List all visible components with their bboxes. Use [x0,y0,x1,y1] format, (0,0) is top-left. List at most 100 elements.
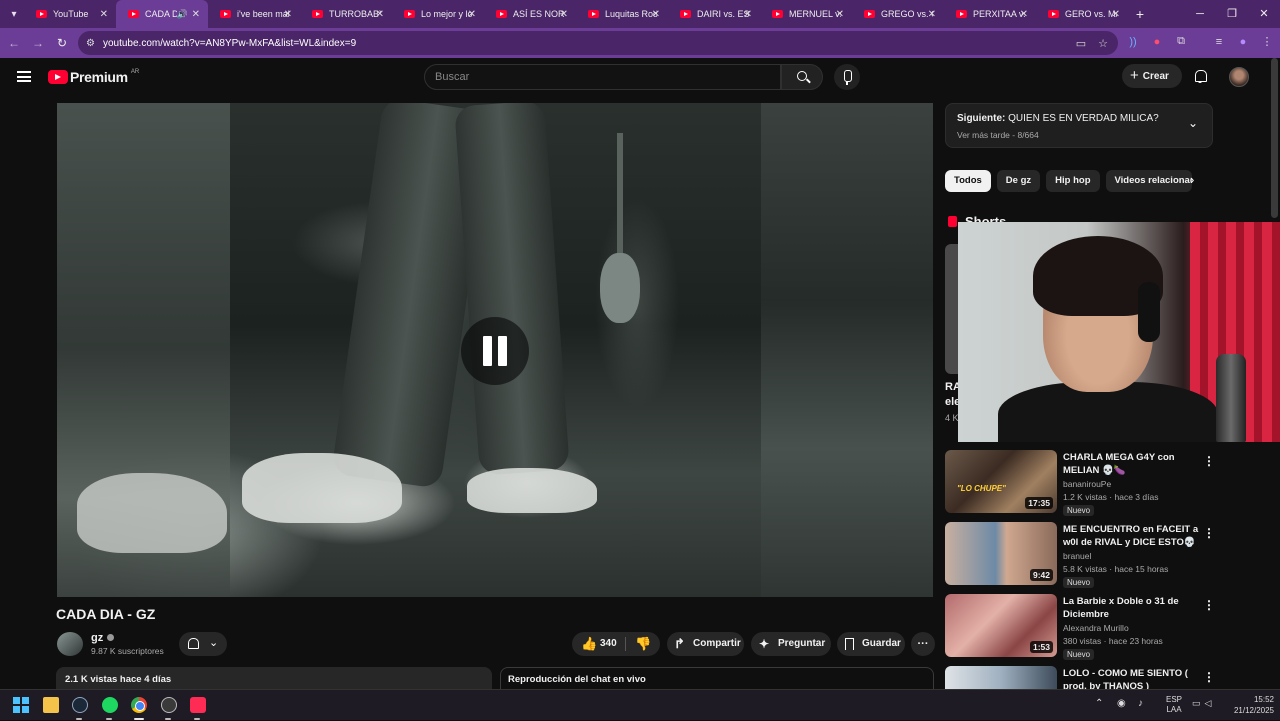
create-button[interactable]: + Crear [1122,64,1182,88]
file-explorer-icon[interactable] [43,697,59,713]
tiktok-icon[interactable] [190,697,206,713]
close-tab-icon[interactable]: ✕ [192,9,200,20]
dislike-thumb-icon[interactable]: 👎 [635,632,651,656]
recommendation-thumbnail[interactable]: "LO CHUPE" 17:35 [945,450,1057,513]
recommendation-title[interactable]: CHARLA MEGA G4Y con MELIAN 💀🍆 [1063,451,1213,477]
reload-icon[interactable]: ↻ [50,36,74,50]
input-language[interactable]: ESP [1162,695,1186,704]
close-tab-icon[interactable]: ✕ [376,9,384,20]
close-tab-icon[interactable]: ✕ [928,9,936,20]
extensions-puzzle-icon[interactable]: ⧉ [1174,35,1188,48]
search-button[interactable] [781,64,823,90]
tab-turrobaby[interactable]: TURROBABY ✕ [300,0,392,28]
cast-icon[interactable]: ▭ [1076,37,1086,50]
close-tab-icon[interactable]: ✕ [468,9,476,20]
profile-icon[interactable]: ● [1236,36,1250,48]
new-tab-button[interactable]: + [1128,6,1152,22]
save-button[interactable]: Guardar [837,632,905,656]
chip-todos[interactable]: Todos [945,170,991,192]
tab-lo-mejor[interactable]: Lo mejor y lo peor✕ [392,0,484,28]
address-bar[interactable]: ⚙ youtube.com/watch?v=AN8YPw-MxFA&list=W… [78,31,1118,55]
tab-mernuel[interactable]: MERNUEL vs. ✕ [760,0,852,28]
input-layout[interactable]: LAA [1162,705,1186,714]
search-input[interactable]: Buscar [424,64,781,90]
discord-tray-icon[interactable]: ◉ [1117,698,1126,709]
close-tab-icon[interactable]: ✕ [100,9,108,20]
recommendation-title[interactable]: LOLO - COMO ME SIENTO ( prod. by THANOS … [1063,667,1213,689]
more-options-icon[interactable]: ⋮ [1203,598,1215,612]
tab-perxitaa[interactable]: PERXITAA vs. ✕ [944,0,1036,28]
chip-de-gz[interactable]: De gz [996,170,1041,192]
youtube-premium-logo[interactable]: Premium AR [48,69,139,85]
media-control-icon[interactable]: ≡ [1212,36,1226,48]
voice-search-mic-icon[interactable] [834,64,860,90]
audio-playing-icon[interactable]: 🔊 [177,9,188,20]
ask-button[interactable]: ✦ Preguntar [751,632,831,656]
tab-asi-es[interactable]: ASÍ ES NORMAL✕ [484,0,576,28]
hamburger-menu-icon[interactable] [17,71,31,82]
chip-hip-hop[interactable]: Hip hop [1046,170,1100,192]
recommendation-thumbnail[interactable] [945,666,1057,689]
video-player[interactable] [57,103,933,597]
description-box[interactable]: 2.1 K vistas hace 4 días [56,667,492,691]
tab-search-icon[interactable]: ▾ [4,4,24,24]
recommendation-item[interactable]: LOLO - COMO ME SIENTO ( prod. by THANOS … [945,666,1235,689]
channel-avatar[interactable] [57,632,83,656]
expand-chevron-icon[interactable]: ⌄ [1188,116,1198,130]
share-button[interactable]: ↱ Compartir [667,632,744,656]
browser-menu-icon[interactable]: ⋮ [1260,35,1274,48]
chip-videos-relacionados[interactable]: Videos relacionados [1105,170,1192,192]
tray-overflow-chevron-icon[interactable]: ⌃ [1095,698,1103,709]
close-tab-icon[interactable]: ✕ [560,9,568,20]
recommendation-item[interactable]: 9:42 ME ENCUENTRO en FACEIT a w0l de RIV… [945,522,1235,588]
forward-icon[interactable]: → [26,36,50,50]
account-avatar[interactable] [1229,67,1249,87]
chips-next-arrow-icon[interactable]: › [1190,172,1194,187]
tab-cada-dia[interactable]: CADA DIA - GZ🔊 ✕ [116,0,208,28]
more-options-icon[interactable]: ⋮ [1203,454,1215,468]
like-thumb-icon[interactable]: 👍 [581,632,597,656]
subscription-bell-button[interactable]: ⌄ [179,632,227,656]
bookmark-star-icon[interactable]: ☆ [1098,37,1108,50]
tab-youtube[interactable]: YouTube ✕ [24,0,116,28]
recommendation-title[interactable]: ME ENCUENTRO en FACEIT a w0l de RIVAL y … [1063,523,1213,549]
channel-name[interactable]: gz [91,632,115,644]
recommendation-channel[interactable]: branuel [1063,551,1091,561]
spotify-icon[interactable] [102,697,118,713]
short-card-thumbnail[interactable] [945,244,959,374]
more-options-icon[interactable]: ⋮ [1203,526,1215,540]
close-tab-icon[interactable]: ✕ [1112,9,1120,20]
recommendation-channel[interactable]: Alexandra Murillo [1063,623,1129,633]
close-tab-icon[interactable]: ✕ [744,9,752,20]
more-actions-icon[interactable]: ··· [911,632,935,656]
network-volume-icons[interactable]: ▭◁ [1192,698,1215,709]
more-options-icon[interactable]: ⋮ [1203,670,1215,684]
minimize-icon[interactable]: ─ [1184,0,1216,28]
chrome-icon[interactable] [131,697,147,713]
close-tab-icon[interactable]: ✕ [652,9,660,20]
obs-icon[interactable] [161,697,177,713]
recommendation-thumbnail[interactable]: 1:53 [945,594,1057,657]
chat-replay-box[interactable]: Reproducción del chat en vivo [500,667,934,691]
close-tab-icon[interactable]: ✕ [284,9,292,20]
playlist-next-panel[interactable]: Siguiente: QUIEN ES EN VERDAD MILICA? Ve… [945,103,1213,148]
close-tab-icon[interactable]: ✕ [1020,9,1028,20]
mic-tray-icon[interactable]: ♪ [1138,698,1143,709]
pause-icon[interactable] [461,317,529,385]
recommendation-title[interactable]: La Barbie x Doble o 31 de Diciembre [1063,595,1213,621]
tab-ive-been[interactable]: i've been making✕ [208,0,300,28]
tab-luquitas[interactable]: Luquitas Rodriguez✕ [576,0,668,28]
clock-time[interactable]: 15:52 [1232,695,1274,704]
close-tab-icon[interactable]: ✕ [836,9,844,20]
tab-gero[interactable]: GERO vs. MA ✕ [1036,0,1128,28]
like-count[interactable]: 340 [600,632,617,656]
extension-red-icon[interactable]: ● [1150,36,1164,48]
tab-dairi[interactable]: DAIRI vs. ESTE✕ [668,0,760,28]
close-window-icon[interactable]: ✕ [1248,0,1280,28]
steam-icon[interactable] [72,697,88,713]
recommendation-item[interactable]: "LO CHUPE" 17:35 CHARLA MEGA G4Y con MEL… [945,450,1235,516]
extension-wave-icon[interactable]: )) [1126,36,1140,48]
site-info-icon[interactable]: ⚙ [86,38,95,49]
clock-date[interactable]: 21/12/2025 [1232,706,1274,715]
recommendation-item[interactable]: 1:53 La Barbie x Doble o 31 de Diciembre… [945,594,1235,660]
